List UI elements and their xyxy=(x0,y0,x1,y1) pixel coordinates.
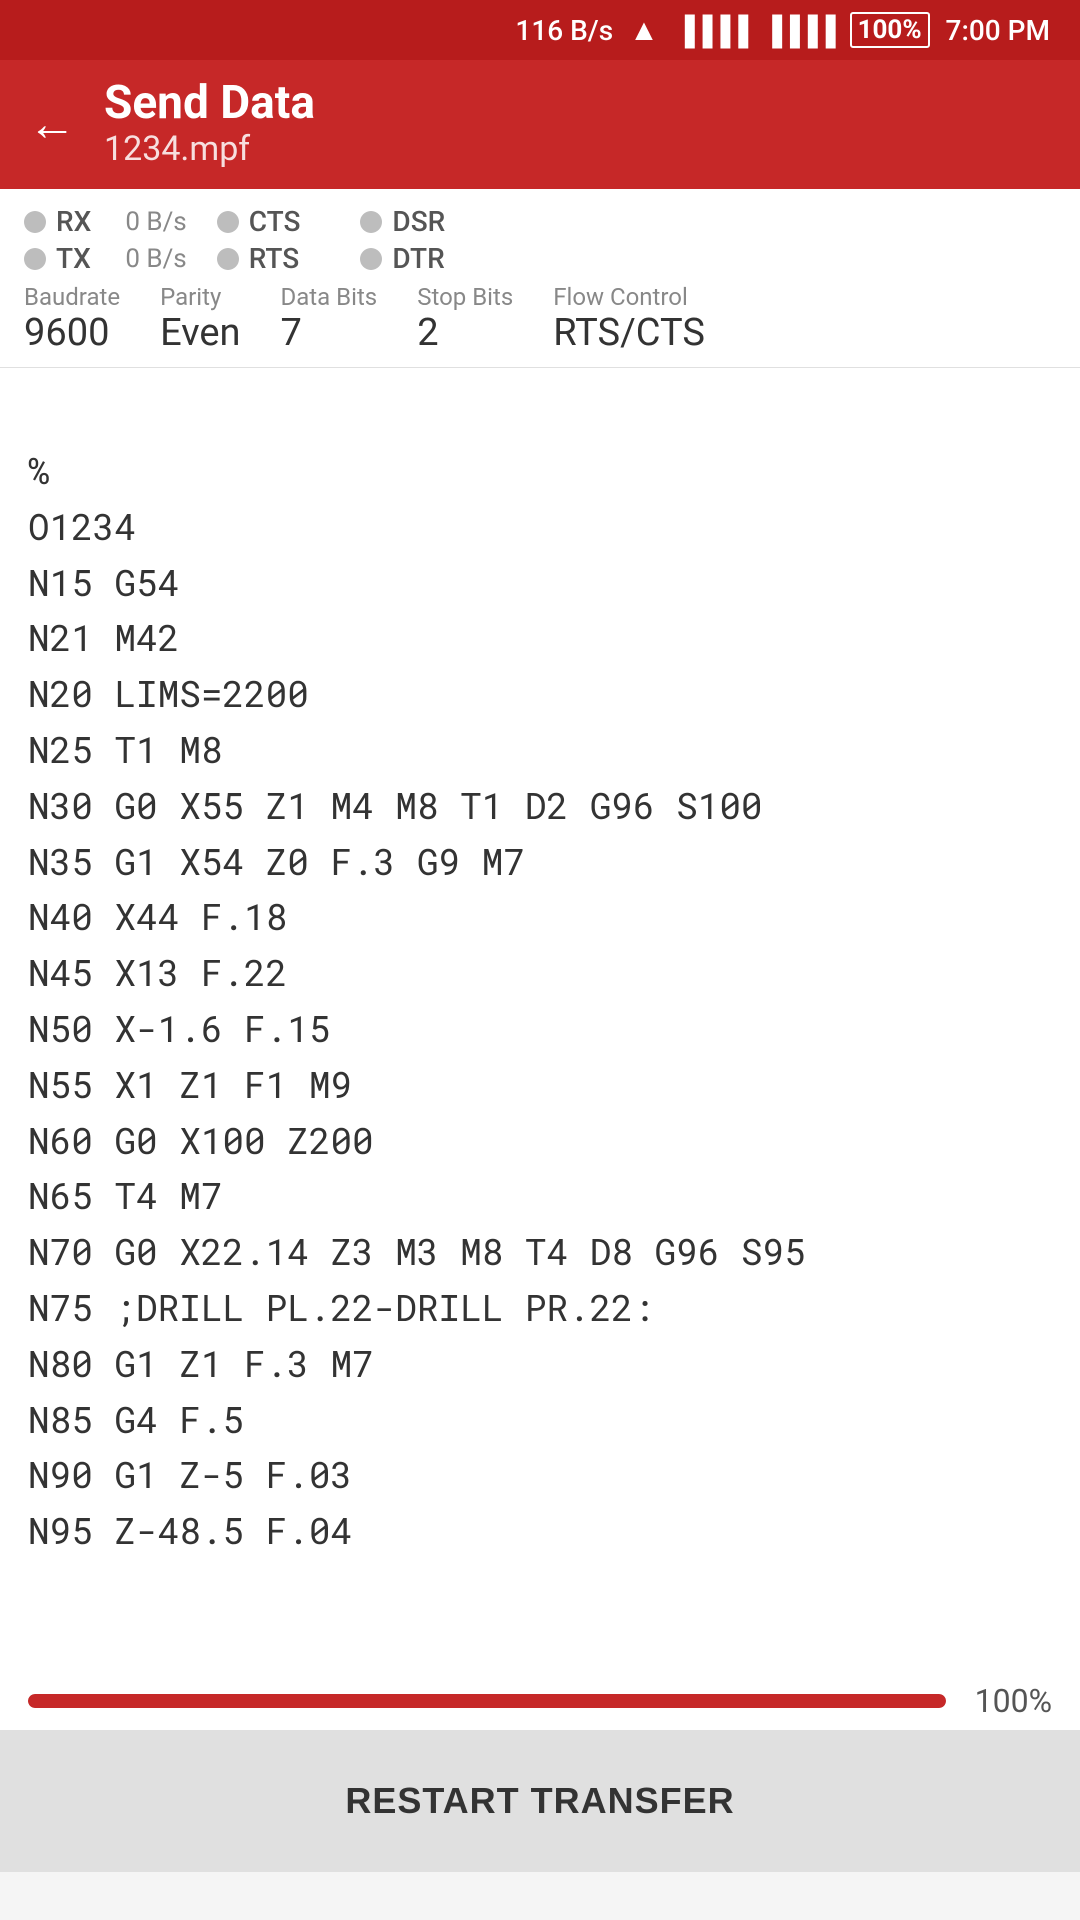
restart-button-area: RESTART TRANSFER xyxy=(0,1730,1080,1872)
code-lines-container: %O1234N15 G54N21 M42N20 LIMS=2200N25 T1 … xyxy=(28,443,1052,1559)
code-line: N85 G4 F.5 xyxy=(28,1392,1052,1448)
stop-bits-group: Stop Bits 2 xyxy=(417,283,513,357)
rx-label: RX xyxy=(56,205,91,238)
progress-area: 100% xyxy=(0,1668,1080,1730)
code-line: N75 ;DRILL PL.22-DRILL PR.22: xyxy=(28,1280,1052,1336)
app-bar-titles: Send Data 1234.mpf xyxy=(104,78,315,169)
flow-control-value: RTS/CTS xyxy=(553,311,713,357)
empty-line-top xyxy=(28,388,1052,443)
code-line: N65 T4 M7 xyxy=(28,1168,1052,1224)
dtr-row: DTR xyxy=(360,242,445,275)
code-line: N40 X44 F.18 xyxy=(28,889,1052,945)
code-line: N90 G1 Z-5 F.03 xyxy=(28,1447,1052,1503)
dsr-led xyxy=(360,211,382,233)
parity-group: Parity Even xyxy=(160,283,240,357)
code-line: N35 G1 X54 Z0 F.3 G9 M7 xyxy=(28,834,1052,890)
data-bits-label: Data Bits xyxy=(281,283,378,311)
baudrate-value: 9600 xyxy=(24,311,120,357)
parity-label: Parity xyxy=(160,283,240,311)
dtr-led xyxy=(360,248,382,270)
cts-led xyxy=(217,211,239,233)
code-line: N21 M42 xyxy=(28,610,1052,666)
baudrate-label: Baudrate xyxy=(24,283,120,311)
baudrate-group: Baudrate 9600 xyxy=(24,283,120,357)
serial-info-bar: RX TX 0 B/s CTS 0 B/s RTS DSR xyxy=(0,189,1080,368)
code-line: N60 G0 X100 Z200 xyxy=(28,1113,1052,1169)
progress-bar-track xyxy=(28,1694,946,1708)
status-speed: 116 B/s xyxy=(515,14,613,47)
serial-indicators-row: RX TX 0 B/s CTS 0 B/s RTS DSR xyxy=(24,205,1056,275)
dsr-label: DSR xyxy=(392,205,445,238)
signal-bar-2-icon: ▐▐▐▐ xyxy=(762,14,833,47)
cts-label: CTS xyxy=(249,205,301,238)
rts-label: RTS xyxy=(249,242,299,275)
code-line: N15 G54 xyxy=(28,555,1052,611)
code-line: N70 G0 X22.14 Z3 M3 M8 T4 D8 G96 S95 xyxy=(28,1224,1052,1280)
rx-led xyxy=(24,211,46,233)
serial-params-row: Baudrate 9600 Parity Even Data Bits 7 St… xyxy=(24,283,1056,357)
dtr-label: DTR xyxy=(392,242,444,275)
rts-led xyxy=(217,248,239,270)
tx-speed: 0 B/s xyxy=(125,244,186,274)
dsr-dtr-group: DSR DTR xyxy=(360,205,445,275)
rx-speed: 0 B/s xyxy=(125,207,186,237)
code-line: N95 Z-48.5 F.04 xyxy=(28,1503,1052,1559)
flow-control-group: Flow Control RTS/CTS xyxy=(553,283,713,357)
wifi-icon: ▲ xyxy=(629,13,659,48)
data-bits-value: 7 xyxy=(281,311,378,357)
code-content-area: %O1234N15 G54N21 M42N20 LIMS=2200N25 T1 … xyxy=(0,368,1080,1668)
rx-speed-row: 0 B/s CTS xyxy=(121,205,300,238)
flow-control-label: Flow Control xyxy=(553,283,713,311)
status-bar: 116 B/s ▲ ▐▐▐▐ ▐▐▐▐ 100% 7:00 PM xyxy=(0,0,1080,60)
tx-row: TX xyxy=(24,242,91,275)
code-line: N80 G1 Z1 F.3 M7 xyxy=(28,1336,1052,1392)
back-button[interactable]: ← xyxy=(28,100,76,148)
data-bits-group: Data Bits 7 xyxy=(281,283,378,357)
code-line: % xyxy=(28,443,1052,499)
tx-led xyxy=(24,248,46,270)
stop-bits-value: 2 xyxy=(417,311,513,357)
restart-transfer-button[interactable]: RESTART TRANSFER xyxy=(28,1752,1052,1850)
code-line: N55 X1 Z1 F1 M9 xyxy=(28,1057,1052,1113)
progress-label: 100% xyxy=(962,1682,1052,1720)
dsr-row: DSR xyxy=(360,205,445,238)
code-line: N20 LIMS=2200 xyxy=(28,666,1052,722)
tx-label: TX xyxy=(56,242,91,275)
app-bar-subtitle: 1234.mpf xyxy=(104,129,315,170)
code-line: O1234 xyxy=(28,499,1052,555)
code-line: N50 X-1.6 F.15 xyxy=(28,1001,1052,1057)
code-line: N45 X13 F.22 xyxy=(28,945,1052,1001)
code-line: N25 T1 M8 xyxy=(28,722,1052,778)
app-bar-title: Send Data xyxy=(104,78,315,129)
progress-bar-fill xyxy=(28,1694,946,1708)
rx-tx-group: RX TX xyxy=(24,205,91,275)
speed-group: 0 B/s CTS 0 B/s RTS xyxy=(121,205,300,275)
app-bar: ← Send Data 1234.mpf xyxy=(0,60,1080,189)
status-time: 7:00 PM xyxy=(946,14,1050,47)
tx-speed-row: 0 B/s RTS xyxy=(121,242,300,275)
parity-value: Even xyxy=(160,311,240,357)
battery-percent: 100% xyxy=(858,15,922,45)
code-line: N30 G0 X55 Z1 M4 M8 T1 D2 G96 S100 xyxy=(28,778,1052,834)
signal-bar-1-icon: ▐▐▐▐ xyxy=(675,14,746,47)
rx-row: RX xyxy=(24,205,91,238)
stop-bits-label: Stop Bits xyxy=(417,283,513,311)
battery-icon: 100% xyxy=(850,12,930,48)
